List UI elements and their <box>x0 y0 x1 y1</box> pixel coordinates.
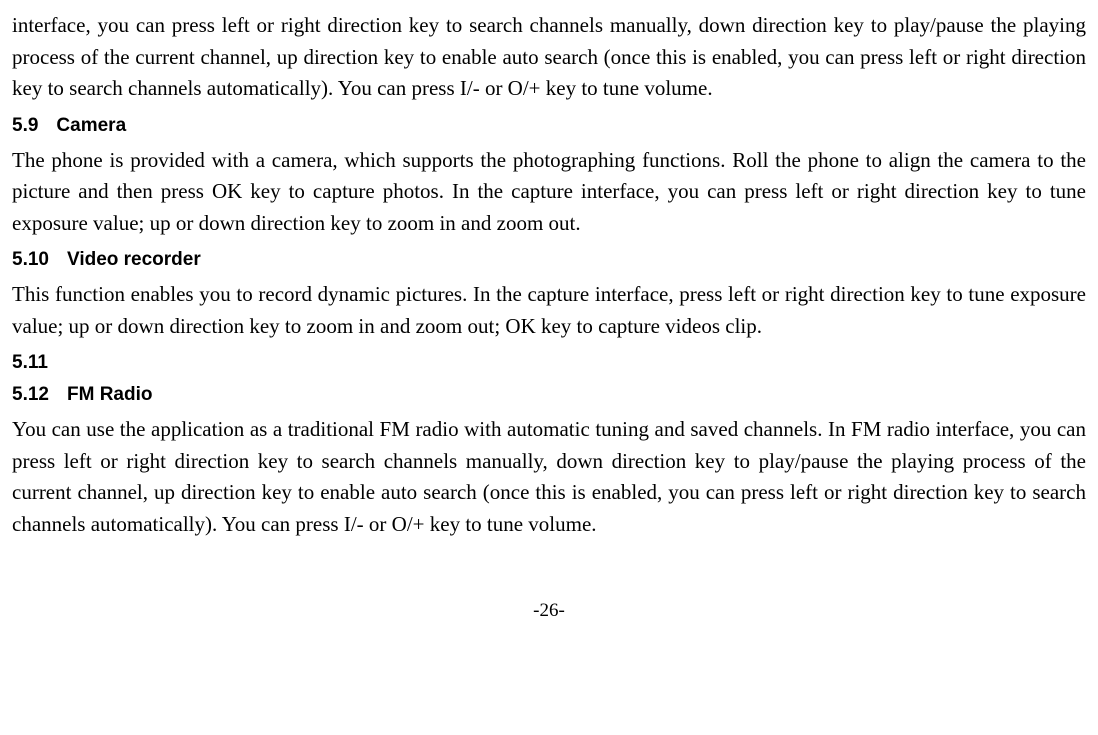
heading-5-9-title: Camera <box>56 115 126 136</box>
heading-5-10-title: Video recorder <box>67 249 201 270</box>
heading-5-12: 5.12 FM Radio <box>12 384 1086 406</box>
heading-5-12-title: FM Radio <box>67 384 153 405</box>
paragraph-5-9: The phone is provided with a camera, whi… <box>12 145 1086 240</box>
paragraph-5-12: You can use the application as a traditi… <box>12 414 1086 540</box>
page-number: -26- <box>12 600 1086 622</box>
heading-5-10: 5.10 Video recorder <box>12 249 1086 271</box>
heading-5-11: 5.11 <box>12 352 1086 374</box>
heading-5-9: 5.9 Camera <box>12 115 1086 137</box>
heading-5-9-num: 5.9 <box>12 115 38 137</box>
paragraph-5-10: This function enables you to record dyna… <box>12 279 1086 342</box>
heading-5-10-num: 5.10 <box>12 249 49 271</box>
heading-5-12-num: 5.12 <box>12 384 49 406</box>
paragraph-intro: interface, you can press left or right d… <box>12 10 1086 105</box>
heading-5-11-num: 5.11 <box>12 352 48 373</box>
